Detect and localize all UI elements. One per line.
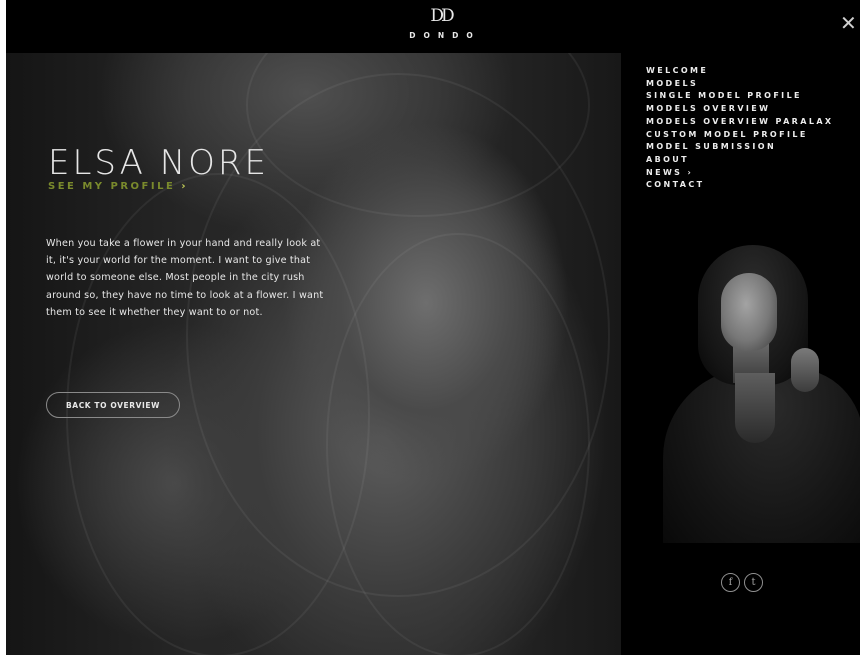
nav-item-news[interactable]: NEWS › [646,167,834,180]
side-menu: WELCOME MODELS SINGLE MODEL PROFILE MODE… [621,53,860,655]
nav-item-models-overview-paralax[interactable]: MODELS OVERVIEW PARALAX [646,116,834,129]
see-profile-label: SEE MY PROFILE [48,181,176,192]
nav-item-welcome[interactable]: WELCOME [646,65,834,78]
model-name: ELSA NORE [48,143,270,183]
logo-wordmark: DONDO [409,31,481,40]
nav-item-contact[interactable]: CONTACT [646,179,834,192]
chevron-right-icon: › [181,181,188,192]
hero-section: ELSA NORE SEE MY PROFILE › When you take… [6,53,621,655]
see-profile-link[interactable]: SEE MY PROFILE › [48,181,188,192]
nav-item-custom-model-profile[interactable]: CUSTOM MODEL PROFILE [646,129,834,142]
portrait-face [721,273,777,351]
nav-item-model-submission[interactable]: MODEL SUBMISSION [646,141,834,154]
nav-item-models-overview[interactable]: MODELS OVERVIEW [646,103,834,116]
back-to-overview-button[interactable]: BACK TO OVERVIEW [46,392,180,418]
logo-mark: DD [430,6,454,26]
page: DD DONDO ✕ ELSA NORE SEE MY PROFILE › Wh… [0,0,860,655]
twitter-icon[interactable]: t [744,573,763,592]
model-portrait [643,243,860,543]
portrait-chest [735,373,775,443]
facebook-icon[interactable]: f [721,573,740,592]
nav-item-about[interactable]: ABOUT [646,154,834,167]
hair-texture [326,233,590,655]
nav-item-single-model-profile[interactable]: SINGLE MODEL PROFILE [646,90,834,103]
main-nav: WELCOME MODELS SINGLE MODEL PROFILE MODE… [646,65,834,192]
top-bar: DD DONDO [6,0,860,53]
logo[interactable]: DD DONDO [376,6,506,40]
close-icon[interactable]: ✕ [840,12,860,34]
social-links: f t [721,573,763,592]
nav-item-models[interactable]: MODELS [646,78,834,91]
portrait-hand [791,348,819,392]
model-bio: When you take a flower in your hand and … [46,238,324,318]
